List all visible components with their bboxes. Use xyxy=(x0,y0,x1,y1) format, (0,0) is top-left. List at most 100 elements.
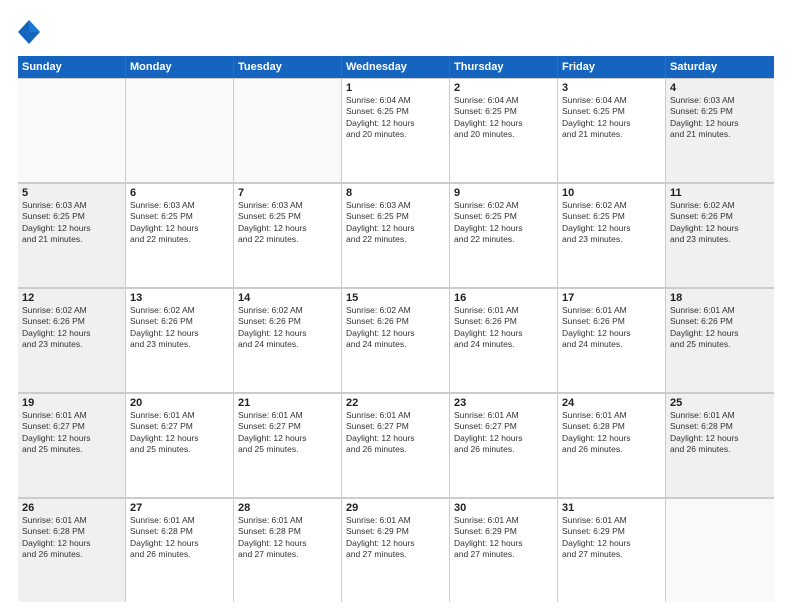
calendar-cell: 11Sunrise: 6:02 AM Sunset: 6:26 PM Dayli… xyxy=(666,183,774,287)
cell-info: Sunrise: 6:01 AM Sunset: 6:28 PM Dayligh… xyxy=(238,515,337,561)
calendar: SundayMondayTuesdayWednesdayThursdayFrid… xyxy=(18,56,774,602)
calendar-cell: 30Sunrise: 6:01 AM Sunset: 6:29 PM Dayli… xyxy=(450,498,558,602)
day-number: 31 xyxy=(562,502,661,514)
cell-info: Sunrise: 6:03 AM Sunset: 6:25 PM Dayligh… xyxy=(346,200,445,246)
cell-info: Sunrise: 6:01 AM Sunset: 6:29 PM Dayligh… xyxy=(454,515,553,561)
calendar-cell: 14Sunrise: 6:02 AM Sunset: 6:26 PM Dayli… xyxy=(234,288,342,392)
cell-info: Sunrise: 6:01 AM Sunset: 6:27 PM Dayligh… xyxy=(22,410,121,456)
calendar-header: SundayMondayTuesdayWednesdayThursdayFrid… xyxy=(18,56,774,78)
day-number: 24 xyxy=(562,397,661,409)
cell-info: Sunrise: 6:03 AM Sunset: 6:25 PM Dayligh… xyxy=(238,200,337,246)
cell-info: Sunrise: 6:01 AM Sunset: 6:28 PM Dayligh… xyxy=(670,410,770,456)
day-number: 20 xyxy=(130,397,229,409)
calendar-cell: 8Sunrise: 6:03 AM Sunset: 6:25 PM Daylig… xyxy=(342,183,450,287)
calendar-cell: 24Sunrise: 6:01 AM Sunset: 6:28 PM Dayli… xyxy=(558,393,666,497)
calendar-cell xyxy=(18,78,126,182)
cell-info: Sunrise: 6:01 AM Sunset: 6:28 PM Dayligh… xyxy=(22,515,121,561)
calendar-cell: 4Sunrise: 6:03 AM Sunset: 6:25 PM Daylig… xyxy=(666,78,774,182)
day-number: 22 xyxy=(346,397,445,409)
calendar-cell: 1Sunrise: 6:04 AM Sunset: 6:25 PM Daylig… xyxy=(342,78,450,182)
cell-info: Sunrise: 6:02 AM Sunset: 6:26 PM Dayligh… xyxy=(130,305,229,351)
cell-info: Sunrise: 6:01 AM Sunset: 6:28 PM Dayligh… xyxy=(562,410,661,456)
day-number: 25 xyxy=(670,397,770,409)
calendar-cell: 20Sunrise: 6:01 AM Sunset: 6:27 PM Dayli… xyxy=(126,393,234,497)
calendar-cell: 23Sunrise: 6:01 AM Sunset: 6:27 PM Dayli… xyxy=(450,393,558,497)
cell-info: Sunrise: 6:02 AM Sunset: 6:26 PM Dayligh… xyxy=(670,200,770,246)
logo-icon xyxy=(18,18,40,46)
cell-info: Sunrise: 6:02 AM Sunset: 6:26 PM Dayligh… xyxy=(22,305,121,351)
calendar-cell: 21Sunrise: 6:01 AM Sunset: 6:27 PM Dayli… xyxy=(234,393,342,497)
calendar-cell: 29Sunrise: 6:01 AM Sunset: 6:29 PM Dayli… xyxy=(342,498,450,602)
header-cell-thursday: Thursday xyxy=(450,56,558,78)
day-number: 16 xyxy=(454,292,553,304)
day-number: 2 xyxy=(454,82,553,94)
day-number: 12 xyxy=(22,292,121,304)
cell-info: Sunrise: 6:02 AM Sunset: 6:26 PM Dayligh… xyxy=(346,305,445,351)
day-number: 1 xyxy=(346,82,445,94)
calendar-cell: 22Sunrise: 6:01 AM Sunset: 6:27 PM Dayli… xyxy=(342,393,450,497)
calendar-cell: 19Sunrise: 6:01 AM Sunset: 6:27 PM Dayli… xyxy=(18,393,126,497)
calendar-cell: 26Sunrise: 6:01 AM Sunset: 6:28 PM Dayli… xyxy=(18,498,126,602)
day-number: 10 xyxy=(562,187,661,199)
cell-info: Sunrise: 6:02 AM Sunset: 6:26 PM Dayligh… xyxy=(238,305,337,351)
cell-info: Sunrise: 6:03 AM Sunset: 6:25 PM Dayligh… xyxy=(130,200,229,246)
day-number: 23 xyxy=(454,397,553,409)
logo xyxy=(18,18,44,46)
day-number: 9 xyxy=(454,187,553,199)
day-number: 17 xyxy=(562,292,661,304)
calendar-cell: 9Sunrise: 6:02 AM Sunset: 6:25 PM Daylig… xyxy=(450,183,558,287)
calendar-cell: 31Sunrise: 6:01 AM Sunset: 6:29 PM Dayli… xyxy=(558,498,666,602)
cell-info: Sunrise: 6:03 AM Sunset: 6:25 PM Dayligh… xyxy=(670,95,770,141)
calendar-cell: 10Sunrise: 6:02 AM Sunset: 6:25 PM Dayli… xyxy=(558,183,666,287)
calendar-row-1: 1Sunrise: 6:04 AM Sunset: 6:25 PM Daylig… xyxy=(18,78,774,183)
cell-info: Sunrise: 6:03 AM Sunset: 6:25 PM Dayligh… xyxy=(22,200,121,246)
day-number: 13 xyxy=(130,292,229,304)
day-number: 30 xyxy=(454,502,553,514)
calendar-cell: 7Sunrise: 6:03 AM Sunset: 6:25 PM Daylig… xyxy=(234,183,342,287)
day-number: 19 xyxy=(22,397,121,409)
header-cell-saturday: Saturday xyxy=(666,56,774,78)
cell-info: Sunrise: 6:01 AM Sunset: 6:27 PM Dayligh… xyxy=(130,410,229,456)
day-number: 21 xyxy=(238,397,337,409)
day-number: 29 xyxy=(346,502,445,514)
header-cell-tuesday: Tuesday xyxy=(234,56,342,78)
cell-info: Sunrise: 6:04 AM Sunset: 6:25 PM Dayligh… xyxy=(454,95,553,141)
day-number: 5 xyxy=(22,187,121,199)
calendar-cell: 27Sunrise: 6:01 AM Sunset: 6:28 PM Dayli… xyxy=(126,498,234,602)
calendar-row-5: 26Sunrise: 6:01 AM Sunset: 6:28 PM Dayli… xyxy=(18,498,774,602)
day-number: 15 xyxy=(346,292,445,304)
calendar-cell: 3Sunrise: 6:04 AM Sunset: 6:25 PM Daylig… xyxy=(558,78,666,182)
header xyxy=(18,18,774,46)
day-number: 4 xyxy=(670,82,770,94)
calendar-cell: 13Sunrise: 6:02 AM Sunset: 6:26 PM Dayli… xyxy=(126,288,234,392)
day-number: 8 xyxy=(346,187,445,199)
calendar-row-2: 5Sunrise: 6:03 AM Sunset: 6:25 PM Daylig… xyxy=(18,183,774,288)
day-number: 3 xyxy=(562,82,661,94)
cell-info: Sunrise: 6:01 AM Sunset: 6:27 PM Dayligh… xyxy=(238,410,337,456)
cell-info: Sunrise: 6:02 AM Sunset: 6:25 PM Dayligh… xyxy=(454,200,553,246)
header-cell-monday: Monday xyxy=(126,56,234,78)
cell-info: Sunrise: 6:04 AM Sunset: 6:25 PM Dayligh… xyxy=(346,95,445,141)
day-number: 14 xyxy=(238,292,337,304)
day-number: 6 xyxy=(130,187,229,199)
calendar-cell xyxy=(126,78,234,182)
day-number: 26 xyxy=(22,502,121,514)
calendar-row-4: 19Sunrise: 6:01 AM Sunset: 6:27 PM Dayli… xyxy=(18,393,774,498)
cell-info: Sunrise: 6:01 AM Sunset: 6:28 PM Dayligh… xyxy=(130,515,229,561)
cell-info: Sunrise: 6:01 AM Sunset: 6:27 PM Dayligh… xyxy=(346,410,445,456)
calendar-cell: 16Sunrise: 6:01 AM Sunset: 6:26 PM Dayli… xyxy=(450,288,558,392)
calendar-cell: 28Sunrise: 6:01 AM Sunset: 6:28 PM Dayli… xyxy=(234,498,342,602)
calendar-cell: 17Sunrise: 6:01 AM Sunset: 6:26 PM Dayli… xyxy=(558,288,666,392)
header-cell-wednesday: Wednesday xyxy=(342,56,450,78)
day-number: 7 xyxy=(238,187,337,199)
header-cell-friday: Friday xyxy=(558,56,666,78)
cell-info: Sunrise: 6:01 AM Sunset: 6:29 PM Dayligh… xyxy=(346,515,445,561)
cell-info: Sunrise: 6:01 AM Sunset: 6:26 PM Dayligh… xyxy=(562,305,661,351)
day-number: 18 xyxy=(670,292,770,304)
calendar-body: 1Sunrise: 6:04 AM Sunset: 6:25 PM Daylig… xyxy=(18,78,774,602)
day-number: 27 xyxy=(130,502,229,514)
calendar-cell: 12Sunrise: 6:02 AM Sunset: 6:26 PM Dayli… xyxy=(18,288,126,392)
cell-info: Sunrise: 6:02 AM Sunset: 6:25 PM Dayligh… xyxy=(562,200,661,246)
calendar-cell xyxy=(234,78,342,182)
day-number: 11 xyxy=(670,187,770,199)
